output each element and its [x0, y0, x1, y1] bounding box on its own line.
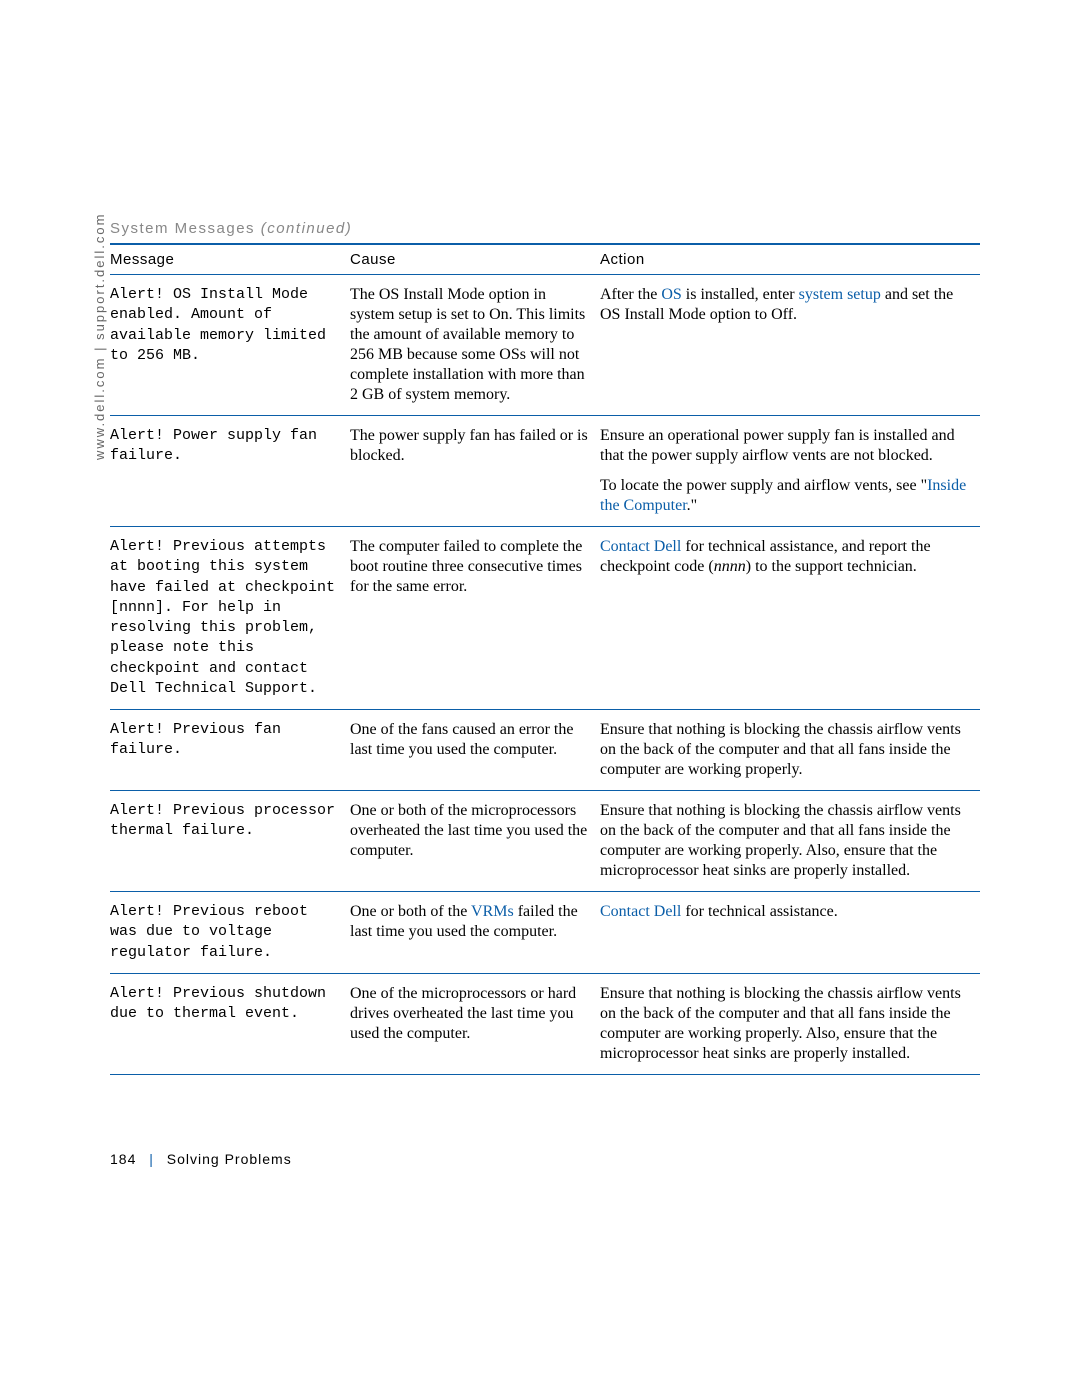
- table-title-main: System Messages: [110, 220, 261, 237]
- vrms-link[interactable]: VRMs: [471, 903, 514, 920]
- cell-message: Alert! Previous attempts at booting this…: [110, 527, 350, 710]
- table-row: Alert! Previous reboot was due to voltag…: [110, 892, 980, 974]
- cell-action: Ensure that nothing is blocking the chas…: [600, 973, 980, 1074]
- section-name: Solving Problems: [167, 1151, 292, 1167]
- cell-cause: One of the microprocessors or hard drive…: [350, 973, 600, 1074]
- text: One or both of the: [350, 903, 471, 920]
- table-row: Alert! Previous fan failure. One of the …: [110, 710, 980, 791]
- table-header-row: Message Cause Action: [110, 244, 980, 275]
- table-row: Alert! OS Install Mode enabled. Amount o…: [110, 275, 980, 416]
- cell-message: Alert! Power supply fan failure.: [110, 416, 350, 527]
- footer-separator: |: [141, 1151, 162, 1167]
- table-row: Alert! Previous shutdown due to thermal …: [110, 973, 980, 1074]
- cell-action: Contact Dell for technical assistance, a…: [600, 527, 980, 710]
- cell-cause: One or both of the VRMs failed the last …: [350, 892, 600, 974]
- cell-cause: The power supply fan has failed or is bl…: [350, 416, 600, 527]
- cell-action: Ensure that nothing is blocking the chas…: [600, 791, 980, 892]
- os-link[interactable]: OS: [661, 286, 681, 303]
- table-row: Alert! Previous processor thermal failur…: [110, 791, 980, 892]
- cell-action: Ensure an operational power supply fan i…: [600, 416, 980, 527]
- header-message: Message: [110, 244, 350, 275]
- text: ) to the support technician.: [746, 558, 917, 575]
- cell-message: Alert! OS Install Mode enabled. Amount o…: [110, 275, 350, 416]
- page-number: 184: [110, 1151, 136, 1167]
- cell-action: After the OS is installed, enter system …: [600, 275, 980, 416]
- cell-cause: The computer failed to complete the boot…: [350, 527, 600, 710]
- page-content: System Messages (continued) Message Caus…: [0, 0, 1080, 1075]
- table-row: Alert! Previous attempts at booting this…: [110, 527, 980, 710]
- cell-cause: One or both of the microprocessors overh…: [350, 791, 600, 892]
- text: for technical assistance.: [681, 903, 837, 920]
- text: To locate the power supply and airflow v…: [600, 477, 927, 494]
- table-title: System Messages (continued): [110, 220, 970, 237]
- action-paragraph: To locate the power supply and airflow v…: [600, 476, 974, 516]
- cell-message: Alert! Previous processor thermal failur…: [110, 791, 350, 892]
- table-row: Alert! Power supply fan failure. The pow…: [110, 416, 980, 527]
- system-setup-link[interactable]: system setup: [799, 286, 881, 303]
- system-messages-table: Message Cause Action Alert! OS Install M…: [110, 243, 980, 1075]
- text: After the: [600, 286, 661, 303]
- cell-cause: The OS Install Mode option in system set…: [350, 275, 600, 416]
- cell-message: Alert! Previous shutdown due to thermal …: [110, 973, 350, 1074]
- cell-message: Alert! Previous fan failure.: [110, 710, 350, 791]
- cell-message: Alert! Previous reboot was due to voltag…: [110, 892, 350, 974]
- checkpoint-code: nnnn: [714, 558, 746, 575]
- action-paragraph: Ensure an operational power supply fan i…: [600, 426, 974, 466]
- page-footer: 184 | Solving Problems: [110, 1151, 292, 1167]
- cell-action: Ensure that nothing is blocking the chas…: [600, 710, 980, 791]
- contact-dell-link[interactable]: Contact Dell: [600, 538, 681, 555]
- text: .": [687, 497, 698, 514]
- cell-action: Contact Dell for technical assistance.: [600, 892, 980, 974]
- table-title-continued: (continued): [261, 220, 353, 237]
- header-cause: Cause: [350, 244, 600, 275]
- contact-dell-link[interactable]: Contact Dell: [600, 903, 681, 920]
- header-action: Action: [600, 244, 980, 275]
- text: is installed, enter: [682, 286, 799, 303]
- cell-cause: One of the fans caused an error the last…: [350, 710, 600, 791]
